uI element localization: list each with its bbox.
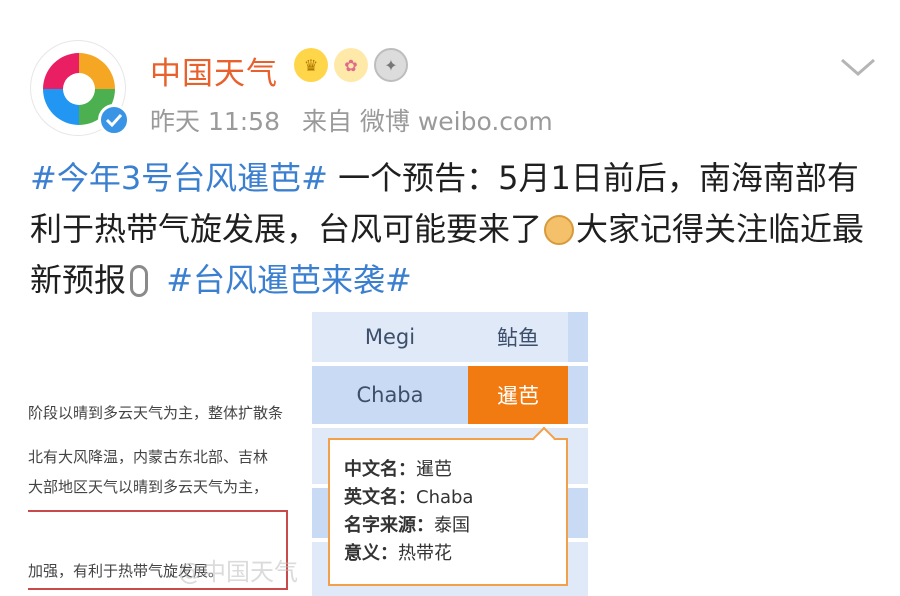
microphone-icon (130, 265, 149, 297)
doc-line: 大部地区天气以晴到多云天气为主， (28, 478, 269, 496)
cell-chaba-en: Chaba (312, 366, 468, 424)
doc-line: 北有大风降温，内蒙古东北部、吉林 (28, 448, 269, 466)
hashtag-link[interactable]: #台风暹芭来袭# (156, 261, 412, 299)
image-watermark: @中国天气 (178, 558, 298, 586)
hashtag-link[interactable]: #今年3号台风暹芭# (30, 159, 328, 197)
table-edge (568, 312, 588, 362)
post-meta: 昨天 11:58 来自 微博 weibo.com (150, 102, 567, 138)
name-tooltip: 中文名：暹芭 英文名：Chaba 名字来源：泰国 意义：热带花 (328, 426, 568, 586)
post-time: 昨天 11:58 (150, 107, 280, 136)
tooltip-row: 名字来源：泰国 (344, 515, 470, 536)
post-source[interactable]: 来自 微博 weibo.com (302, 107, 553, 136)
account-name[interactable]: 中国天气 (150, 48, 278, 93)
dog-emoji-icon (544, 215, 575, 245)
post-text: #今年3号台风暹芭# 一个预告：5月1日前后，南海南部有利于热带气旋发展，台风可… (30, 153, 880, 306)
avatar[interactable] (30, 40, 130, 138)
cell-megi-en: Megi (312, 312, 468, 362)
cell-chaba-cn: 暹芭 (468, 366, 568, 424)
chevron-down-icon[interactable] (838, 54, 878, 80)
tooltip-row: 意义：热带花 (344, 543, 452, 564)
badge-group: ♛ ✿ ✦ (294, 48, 408, 82)
table-edge (568, 366, 588, 424)
medal-badge-icon[interactable]: ✦ (374, 48, 408, 82)
post-image[interactable]: 阶段以晴到多云天气为主，整体扩散条 北有大风降温，内蒙古东北部、吉林 大部地区天… (28, 312, 588, 596)
tooltip-row: 英文名：Chaba (344, 487, 474, 508)
verified-icon (98, 104, 130, 136)
doc-line: 阶段以晴到多云天气为主，整体扩散条 (28, 404, 284, 422)
crown-badge-icon[interactable]: ♛ (294, 48, 328, 82)
cell-megi-cn: 鲇鱼 (468, 312, 568, 362)
emoji-badge-icon[interactable]: ✿ (334, 48, 368, 82)
tooltip-row: 中文名：暹芭 (344, 459, 452, 480)
